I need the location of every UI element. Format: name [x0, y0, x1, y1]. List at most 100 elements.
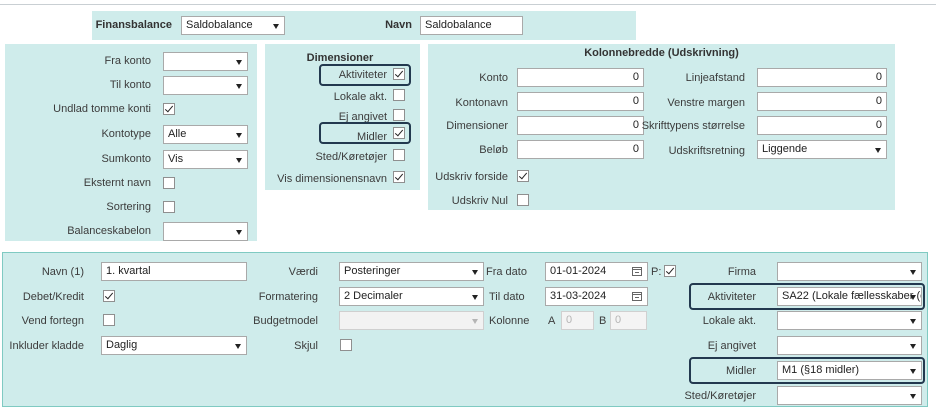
chevron-down-icon	[235, 344, 241, 349]
dim-lokale-label: Lokale akt.	[333, 91, 387, 103]
skrift-input[interactable]: 0	[757, 116, 887, 135]
sted-label: Sted/Køretøjer	[684, 390, 756, 402]
a-input[interactable]: 0	[561, 311, 594, 330]
navn-input[interactable]: Saldobalance	[420, 16, 523, 35]
a-label: A	[548, 315, 556, 327]
kontonavn-label: Kontonavn	[455, 97, 508, 109]
til-dato-input[interactable]: 31-03-2024	[545, 287, 648, 306]
undlad-checkbox[interactable]	[163, 103, 175, 115]
debet-label: Debet/Kredit	[22, 291, 84, 303]
konto-width-input[interactable]: 0	[517, 68, 644, 87]
skjul-checkbox[interactable]	[340, 339, 352, 351]
beloeb-label: Beløb	[479, 144, 508, 156]
aktiviteter-highlight	[319, 64, 411, 86]
chevron-down-icon	[910, 394, 916, 399]
dim-vis-checkbox[interactable]	[393, 171, 405, 183]
forside-checkbox[interactable]	[517, 170, 529, 182]
midler-row-highlight	[689, 357, 925, 384]
kolonnebredde-title: Kolonnebredde (Udskrivning)	[584, 47, 739, 59]
vaerdi-label: Værdi	[288, 266, 318, 278]
retning-label: Udskriftsretning	[668, 145, 745, 157]
venstre-input[interactable]: 0	[757, 92, 887, 111]
debet-checkbox[interactable]	[103, 290, 115, 302]
chevron-down-icon	[472, 270, 478, 275]
fra-konto-label: Fra konto	[104, 55, 151, 67]
b-input[interactable]: 0	[610, 311, 647, 330]
top-divider	[0, 4, 936, 5]
finansbalance-select[interactable]: Saldobalance	[181, 16, 285, 35]
budget-label: Budgetmodel	[253, 315, 318, 327]
vend-label: Vend fortegn	[21, 315, 84, 327]
til-konto-select[interactable]	[163, 76, 248, 95]
eksternt-label: Eksternt navn	[83, 177, 151, 189]
konto-label: Konto	[479, 72, 508, 84]
chevron-down-icon	[273, 24, 279, 29]
finansbalance-value: Saldobalance	[186, 19, 253, 31]
kladde-select[interactable]: Daglig	[101, 336, 247, 355]
firma-select[interactable]	[777, 262, 922, 281]
lokale-select[interactable]	[777, 311, 922, 330]
kontonavn-width-input[interactable]: 0	[517, 92, 644, 111]
kontotype-label: Kontotype	[101, 128, 151, 140]
fra-dato-input[interactable]: 01-01-2024	[545, 262, 648, 281]
ej-select[interactable]	[777, 336, 922, 355]
skrift-label: Skrifttypens størrelse	[641, 120, 745, 132]
sted-select[interactable]	[777, 386, 922, 405]
kolonne-label: Kolonne	[489, 315, 530, 327]
kladde-label: Inkluder kladde	[9, 340, 84, 352]
navn-label: Navn	[385, 19, 412, 31]
vaerdi-select[interactable]: Posteringer	[339, 262, 484, 281]
dim-sted-checkbox[interactable]	[393, 149, 405, 161]
balanceskabelon-select[interactable]	[163, 222, 248, 241]
linjeafstand-input[interactable]: 0	[757, 68, 887, 87]
fra-konto-select[interactable]	[163, 52, 248, 71]
chevron-down-icon	[236, 60, 242, 65]
dim-sted-label: Sted/Køretøjer	[315, 151, 387, 163]
budget-select[interactable]	[339, 311, 484, 330]
linjeafstand-label: Linjeafstand	[685, 72, 745, 84]
calendar-icon[interactable]	[632, 267, 642, 276]
chevron-down-icon	[236, 230, 242, 235]
nul-label: Udskriv Nul	[451, 195, 508, 207]
chevron-down-icon	[910, 270, 916, 275]
kontotype-select[interactable]: Alle	[163, 125, 248, 144]
beloeb-width-input[interactable]: 0	[517, 140, 644, 159]
chevron-down-icon	[236, 133, 242, 138]
kladde-value: Daglig	[106, 339, 138, 351]
chevron-down-icon	[236, 84, 242, 89]
sumkonto-select[interactable]: Vis	[163, 150, 248, 169]
aktiviteter-row-highlight	[689, 283, 925, 310]
finansbalance-label: Finansbalance	[95, 19, 172, 31]
navn1-input[interactable]: 1. kvartal	[101, 262, 247, 281]
vend-checkbox[interactable]	[103, 314, 115, 326]
p-checkbox[interactable]	[664, 265, 676, 277]
midler-highlight	[319, 122, 411, 144]
calendar-icon[interactable]	[632, 292, 642, 301]
fra-dato-value: 01-01-2024	[550, 265, 607, 277]
lokale-label: Lokale akt.	[702, 315, 756, 327]
eksternt-checkbox[interactable]	[163, 177, 175, 189]
formatering-label: Formatering	[258, 291, 318, 303]
dim-ej-checkbox[interactable]	[393, 109, 405, 121]
forside-label: Udskriv forside	[435, 171, 508, 183]
chevron-down-icon	[236, 158, 242, 163]
chevron-down-icon	[472, 295, 478, 300]
ej-label: Ej angivet	[707, 340, 756, 352]
retning-select[interactable]: Liggende	[757, 140, 887, 159]
til-konto-label: Til konto	[109, 79, 151, 91]
chevron-down-icon	[875, 148, 881, 153]
formatering-select[interactable]: 2 Decimaler	[339, 287, 484, 306]
sumkonto-label: Sumkonto	[101, 153, 151, 165]
venstre-label: Venstre margen	[667, 97, 745, 109]
til-dato-value: 31-03-2024	[550, 290, 607, 302]
retning-value: Liggende	[762, 143, 808, 155]
navn1-label: Navn (1)	[41, 266, 84, 278]
sortering-checkbox[interactable]	[163, 201, 175, 213]
skjul-label: Skjul	[294, 340, 318, 352]
til-dato-label: Til dato	[489, 291, 525, 303]
dimensioner-width-input[interactable]: 0	[517, 116, 644, 135]
nul-checkbox[interactable]	[517, 194, 529, 206]
b-label: B	[599, 315, 607, 327]
dim-lokale-checkbox[interactable]	[393, 89, 405, 101]
dimensioner-width-label: Dimensioner	[446, 120, 508, 132]
